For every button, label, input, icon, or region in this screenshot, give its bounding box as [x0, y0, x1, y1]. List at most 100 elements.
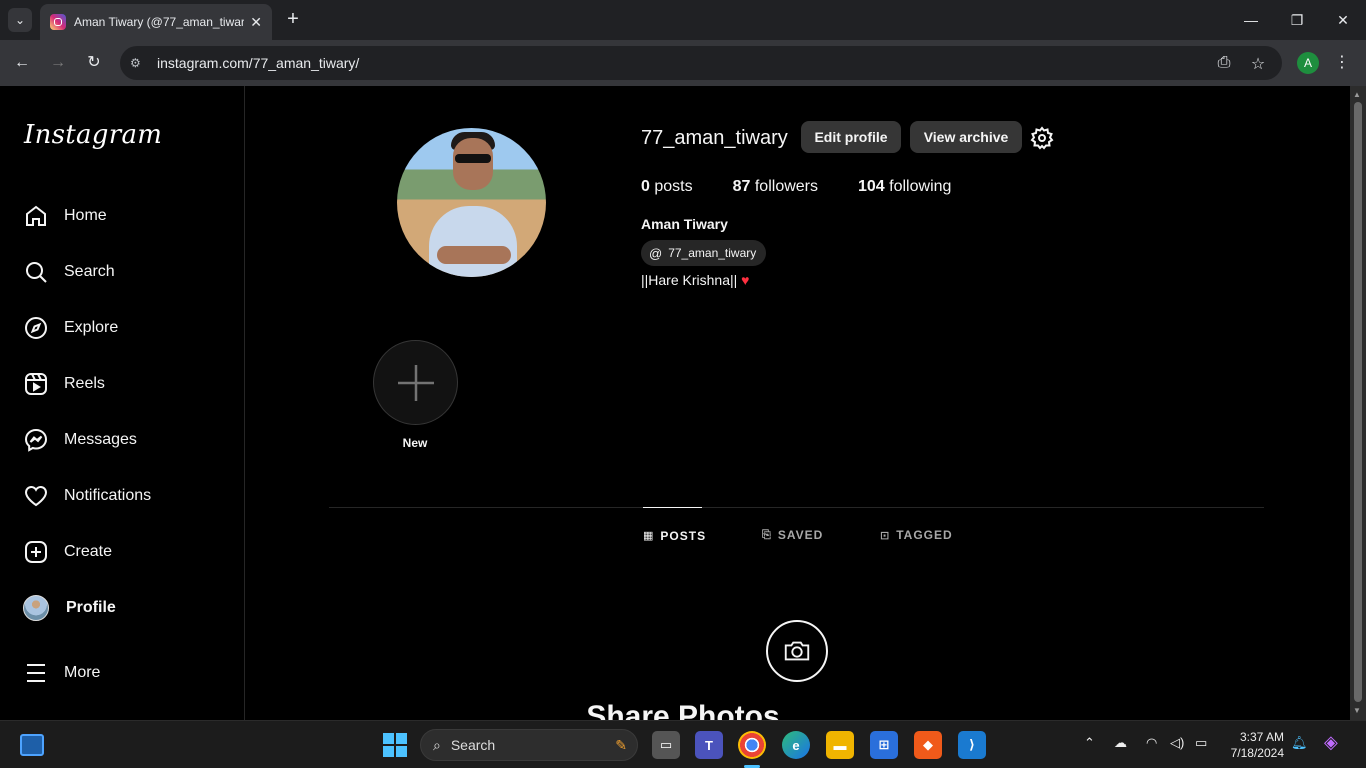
heart-icon	[24, 484, 48, 508]
sidebar-item-explore[interactable]: Explore	[24, 314, 118, 342]
volume-icon[interactable]: ◁)	[1170, 735, 1184, 751]
new-tab-button[interactable]: +	[282, 8, 304, 30]
followers-label: followers	[754, 178, 818, 195]
address-url[interactable]: instagram.com/77_aman_tiwary/	[157, 55, 359, 71]
profile-picture-body	[429, 206, 517, 277]
sidebar-item-notifications[interactable]: Notifications	[24, 482, 151, 510]
threads-badge[interactable]: @ 77_aman_tiwary	[641, 240, 767, 266]
posts-count-value: 0	[641, 178, 650, 195]
profile-picture-sunglasses	[455, 154, 491, 163]
scrollbar-thumb[interactable]	[1354, 102, 1362, 702]
tab-label: TAGGED	[896, 528, 953, 542]
chrome-icon[interactable]	[738, 731, 766, 759]
following-link[interactable]: 104 following	[858, 178, 951, 196]
vscode-icon[interactable]: ⟩	[958, 731, 986, 759]
sidebar-item-reels[interactable]: Reels	[24, 370, 105, 398]
browser-tab[interactable]: Aman Tiwary (@77_aman_tiwary) ✕	[40, 4, 272, 40]
avatar-wrapper	[22, 595, 50, 621]
new-highlight-button[interactable]	[373, 340, 458, 425]
tag-icon: ⊡	[880, 529, 891, 542]
tab-label: POSTS	[660, 528, 707, 543]
restore-button[interactable]: ❐	[1274, 0, 1320, 40]
instagram-favicon-icon	[50, 14, 66, 30]
edge-icon[interactable]: e	[782, 731, 810, 759]
microsoft-store-icon[interactable]: ⊞	[870, 731, 898, 759]
followers-link[interactable]: 87 followers	[733, 178, 818, 196]
profile-stats: 0 posts 87 followers 104 following	[641, 178, 991, 196]
bookmark-icon: ⎘	[762, 528, 772, 541]
sidebar-item-profile[interactable]: Profile	[22, 594, 116, 622]
bookmark-star-icon[interactable]: ☆	[1248, 54, 1268, 74]
sidebar-item-label: Reels	[64, 375, 105, 392]
browser-menu-icon[interactable]: ⋮	[1334, 52, 1350, 72]
start-button[interactable]	[383, 733, 407, 757]
copilot-icon[interactable]: ◈	[1324, 732, 1338, 753]
sidebar-item-label: Profile	[66, 599, 116, 616]
instagram-logo[interactable]: Instagram	[24, 120, 162, 150]
profile-picture[interactable]	[397, 128, 546, 277]
tab-posts[interactable]: ▦ POSTS	[643, 507, 705, 563]
sidebar-item-label: Notifications	[64, 487, 152, 504]
forward-button[interactable]: →	[46, 51, 70, 75]
file-explorer-icon[interactable]: ▬	[826, 731, 854, 759]
tab-title: Aman Tiwary (@77_aman_tiwary)	[74, 15, 244, 29]
messenger-icon	[24, 428, 48, 452]
address-bar[interactable]: ⚙ instagram.com/77_aman_tiwary/ ⎙ ☆	[120, 46, 1282, 80]
edit-profile-button[interactable]: Edit profile	[801, 121, 901, 153]
taskbar-clock[interactable]: 3:37 AM 7/18/2024	[1224, 729, 1284, 761]
new-highlight-label: New	[402, 436, 428, 450]
sidebar-item-more[interactable]: More	[24, 659, 100, 687]
search-highlight-icon: ✎	[615, 736, 627, 753]
show-hidden-icons[interactable]: ⌃	[1084, 735, 1095, 751]
profile-bio: ||Hare Krishna|| ♥	[641, 272, 749, 288]
battery-icon[interactable]: ▭	[1195, 735, 1207, 751]
reload-button[interactable]: ↻	[82, 51, 106, 75]
following-label: following	[889, 178, 952, 195]
back-button[interactable]: ←	[10, 51, 34, 75]
threads-handle: 77_aman_tiwary	[668, 246, 757, 260]
scroll-up-icon[interactable]: ▲	[1353, 90, 1361, 99]
tab-saved[interactable]: ⎘ SAVED	[762, 507, 823, 563]
task-view-icon[interactable]: ▭	[652, 731, 680, 759]
settings-gear-icon[interactable]	[1030, 126, 1054, 150]
tab-search-menu-icon[interactable]: ⌄	[8, 8, 32, 32]
sidebar-item-home[interactable]: Home	[24, 202, 107, 230]
widgets-icon[interactable]	[20, 734, 44, 756]
minimize-button[interactable]: —	[1228, 0, 1274, 40]
sidebar-item-label: Search	[64, 263, 115, 280]
search-icon	[24, 260, 48, 284]
following-count-value: 104	[858, 178, 885, 195]
taskbar-search-label: Search	[450, 737, 496, 753]
sidebar-item-messages[interactable]: Messages	[24, 426, 137, 454]
camera-icon[interactable]	[766, 620, 828, 682]
profile-full-name: Aman Tiwary	[641, 216, 728, 232]
sidebar-item-search[interactable]: Search	[24, 258, 115, 286]
brave-icon[interactable]: ◆	[914, 731, 942, 759]
teams-icon[interactable]: T	[695, 731, 723, 759]
posts-label: posts	[654, 178, 693, 195]
install-app-icon[interactable]: ⎙	[1214, 54, 1234, 72]
close-window-button[interactable]: ✕	[1320, 0, 1366, 40]
onedrive-icon[interactable]: ☁	[1114, 735, 1127, 751]
wifi-icon[interactable]: ◠	[1146, 735, 1157, 751]
page-scrollbar[interactable]: ▲ ▼	[1350, 86, 1366, 720]
posts-count: 0 posts	[641, 178, 693, 196]
plus-icon	[397, 364, 434, 401]
scroll-down-icon[interactable]: ▼	[1353, 706, 1361, 715]
browser-profile-avatar[interactable]: A	[1297, 52, 1319, 74]
sidebar-item-label: Home	[64, 207, 107, 224]
hamburger-icon	[24, 661, 48, 685]
profile-tabs: ▦ POSTS ⎘ SAVED ⊡ TAGGED	[0, 507, 1366, 563]
tab-tagged[interactable]: ⊡ TAGGED	[880, 507, 953, 563]
compass-icon	[24, 316, 48, 340]
tab-close-icon[interactable]: ✕	[250, 14, 262, 31]
site-info-icon[interactable]: ⚙	[130, 56, 148, 70]
tab-label: SAVED	[777, 528, 824, 542]
profile-picture-face	[453, 138, 493, 190]
bio-heart-emoji: ♥	[741, 272, 750, 288]
notifications-bell-icon[interactable]: 🔔︎	[1291, 735, 1308, 751]
clock-time: 3:37 AM	[1239, 730, 1284, 744]
view-archive-button[interactable]: View archive	[910, 121, 1022, 153]
taskbar-search[interactable]: ⌕ Search ✎	[420, 729, 638, 761]
profile-picture-arms	[437, 246, 511, 264]
